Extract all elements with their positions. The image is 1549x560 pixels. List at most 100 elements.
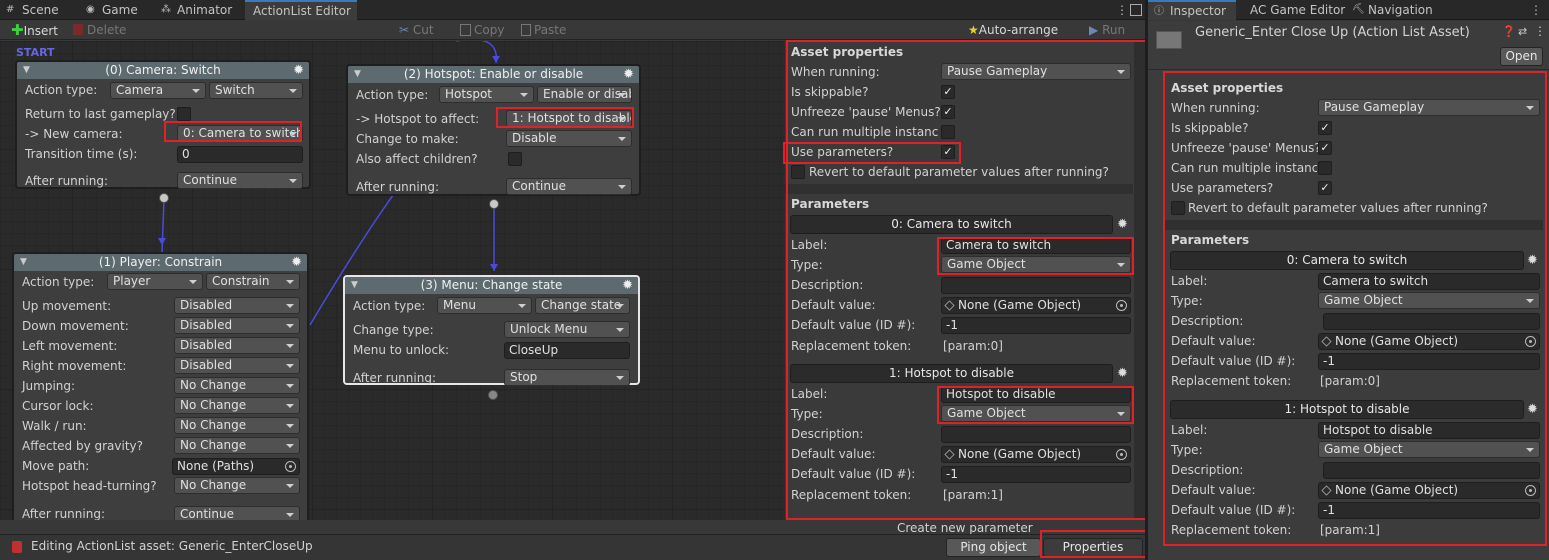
node-header[interactable]: ▼ (2) Hotspot: Enable or disable ✹ bbox=[348, 66, 639, 83]
change-dropdown[interactable]: Disable bbox=[506, 130, 632, 147]
collapse-icon[interactable]: ▼ bbox=[351, 277, 358, 294]
skippable-checkbox[interactable]: ✓ bbox=[941, 85, 955, 99]
param-description-input[interactable] bbox=[941, 277, 1131, 294]
up-movement-dropdown[interactable]: Disabled bbox=[174, 297, 300, 314]
auto-arrange-button[interactable]: ★Auto-arrange bbox=[968, 20, 1063, 40]
insert-button[interactable]: ✚Insert bbox=[11, 20, 61, 40]
panel-divider[interactable] bbox=[1145, 0, 1148, 560]
tab-navigation[interactable]: ⛏ Navigation bbox=[1346, 0, 1446, 20]
tab-animator[interactable]: ⁂ Animator bbox=[155, 0, 245, 20]
transition-input[interactable]: 0 bbox=[177, 146, 303, 163]
object-picker-icon[interactable] bbox=[1116, 300, 1127, 311]
use-parameters-checkbox[interactable]: ✓ bbox=[941, 145, 955, 159]
gear-icon[interactable]: ✹ bbox=[1527, 403, 1538, 417]
gear-icon[interactable]: ✹ bbox=[293, 62, 304, 79]
action-node-camera-switch[interactable]: ▼ (0) Camera: Switch ✹ Action type: Camera… bbox=[15, 60, 311, 189]
gear-icon[interactable]: ✹ bbox=[623, 66, 634, 83]
cut-button[interactable]: ✂ Cut bbox=[399, 20, 443, 40]
param-type-dropdown[interactable]: Game Object bbox=[1318, 441, 1540, 458]
object-picker-icon[interactable] bbox=[285, 461, 296, 472]
param-description-input[interactable] bbox=[941, 426, 1131, 443]
object-picker-icon[interactable] bbox=[1525, 485, 1536, 496]
param-default-field[interactable]: None (Game Object) bbox=[1318, 482, 1540, 499]
param-id-input[interactable]: -1 bbox=[941, 317, 1131, 334]
parameter-header[interactable]: 0: Camera to switch bbox=[790, 215, 1113, 234]
tab-actionlist-editor[interactable]: ActionList Editor bbox=[245, 0, 357, 20]
headturn-dropdown[interactable]: No Change bbox=[174, 477, 300, 494]
tab-game[interactable]: ◉ Game bbox=[80, 0, 148, 20]
param-id-input[interactable]: -1 bbox=[1318, 353, 1540, 370]
param-id-input[interactable]: -1 bbox=[1318, 502, 1540, 519]
node-header[interactable]: ▼ (1) Player: Constrain ✹ bbox=[14, 254, 307, 271]
action-node-hotspot-enable-disable[interactable]: ▼ (2) Hotspot: Enable or disable ✹ Action … bbox=[346, 64, 641, 196]
action-subtype-dropdown[interactable]: Enable or disable bbox=[537, 86, 632, 103]
use-parameters-checkbox[interactable]: ✓ bbox=[1318, 181, 1332, 195]
action-type-dropdown[interactable]: Player bbox=[107, 273, 203, 290]
return-checkbox[interactable] bbox=[177, 107, 191, 121]
copy-button[interactable]: Copy bbox=[460, 20, 510, 40]
paste-button[interactable]: Paste bbox=[521, 20, 571, 40]
param-type-dropdown[interactable]: Game Object bbox=[1318, 292, 1540, 309]
param-description-input[interactable] bbox=[1323, 313, 1540, 330]
param-type-dropdown[interactable]: Game Object bbox=[941, 256, 1131, 273]
param-default-field[interactable]: None (Game Object) bbox=[941, 297, 1131, 314]
revert-checkbox[interactable] bbox=[791, 165, 805, 179]
parameter-header[interactable]: 1: Hotspot to disable bbox=[790, 364, 1113, 383]
object-picker-icon[interactable] bbox=[1525, 336, 1536, 347]
more-options-icon[interactable]: ⋮ bbox=[1534, 24, 1546, 38]
action-subtype-dropdown[interactable]: Constrain bbox=[206, 273, 300, 290]
action-subtype-dropdown[interactable]: Change state bbox=[535, 297, 630, 314]
open-button[interactable]: Open bbox=[1500, 47, 1543, 66]
action-subtype-dropdown[interactable]: Switch bbox=[209, 82, 303, 99]
param-description-input[interactable] bbox=[1323, 462, 1540, 479]
children-checkbox[interactable] bbox=[508, 152, 522, 166]
menu-input[interactable]: CloseUp bbox=[504, 342, 630, 359]
after-running-dropdown[interactable]: Stop bbox=[504, 369, 630, 386]
after-running-dropdown[interactable]: Continue bbox=[506, 178, 632, 195]
right-movement-dropdown[interactable]: Disabled bbox=[174, 357, 300, 374]
multiple-instances-checkbox[interactable] bbox=[941, 125, 955, 139]
action-node-menu-change-state[interactable]: ▼ (3) Menu: Change state ✹ Action type: Me… bbox=[343, 275, 640, 386]
param-id-input[interactable]: -1 bbox=[941, 466, 1131, 483]
skippable-checkbox[interactable]: ✓ bbox=[1318, 121, 1332, 135]
node-canvas[interactable]: START ▼ (0) Camera: Switch ✹ Action type: … bbox=[0, 41, 785, 520]
scrollbar[interactable] bbox=[1134, 41, 1145, 520]
move-path-field[interactable]: None (Paths) bbox=[172, 458, 300, 475]
left-movement-dropdown[interactable]: Disabled bbox=[174, 337, 300, 354]
param-label-input[interactable]: Camera to switch bbox=[941, 237, 1131, 254]
action-type-dropdown[interactable]: Menu bbox=[437, 297, 532, 314]
unfreeze-checkbox[interactable]: ✓ bbox=[941, 105, 955, 119]
walk-run-dropdown[interactable]: No Change bbox=[174, 417, 300, 434]
cursor-lock-dropdown[interactable]: No Change bbox=[174, 397, 300, 414]
param-label-input[interactable]: Camera to switch bbox=[1318, 273, 1540, 290]
output-knob[interactable] bbox=[489, 199, 499, 209]
gear-icon[interactable]: ✹ bbox=[1117, 218, 1128, 232]
multiple-instances-checkbox[interactable] bbox=[1318, 161, 1332, 175]
param-label-input[interactable]: Hotspot to disable bbox=[1318, 422, 1540, 439]
param-default-field[interactable]: None (Game Object) bbox=[1318, 333, 1540, 350]
more-options-icon[interactable]: ⋮ bbox=[1116, 3, 1128, 17]
properties-button[interactable]: Properties bbox=[1043, 538, 1143, 557]
maximize-icon[interactable] bbox=[1130, 4, 1142, 16]
node-header[interactable]: ▼ (0) Camera: Switch ✹ bbox=[17, 62, 309, 79]
after-running-dropdown[interactable]: Continue bbox=[177, 172, 303, 189]
action-type-dropdown[interactable]: Hotspot bbox=[439, 86, 534, 103]
node-header[interactable]: ▼ (3) Menu: Change state ✹ bbox=[345, 277, 638, 294]
new-camera-dropdown[interactable]: 0: Camera to switch bbox=[177, 125, 303, 142]
parameter-header[interactable]: 1: Hotspot to disable bbox=[1170, 400, 1524, 419]
collapse-icon[interactable]: ▼ bbox=[23, 62, 30, 79]
collapse-icon[interactable]: ▼ bbox=[20, 254, 27, 271]
param-label-input[interactable]: Hotspot to disable bbox=[941, 386, 1131, 403]
gear-icon[interactable]: ✹ bbox=[622, 277, 633, 294]
more-options-icon[interactable]: ⋮ bbox=[1530, 3, 1542, 17]
preset-icon[interactable]: ⇄ bbox=[1518, 25, 1527, 38]
tab-scene[interactable]: # Scene bbox=[0, 0, 74, 20]
ping-object-button[interactable]: Ping object bbox=[946, 538, 1041, 557]
jumping-dropdown[interactable]: No Change bbox=[174, 377, 300, 394]
unfreeze-checkbox[interactable]: ✓ bbox=[1318, 141, 1332, 155]
action-type-dropdown[interactable]: Camera bbox=[110, 82, 206, 99]
down-movement-dropdown[interactable]: Disabled bbox=[174, 317, 300, 334]
when-running-dropdown[interactable]: Pause Gameplay bbox=[941, 63, 1131, 80]
after-running-dropdown[interactable]: Continue bbox=[174, 506, 300, 520]
object-picker-icon[interactable] bbox=[1116, 449, 1127, 460]
